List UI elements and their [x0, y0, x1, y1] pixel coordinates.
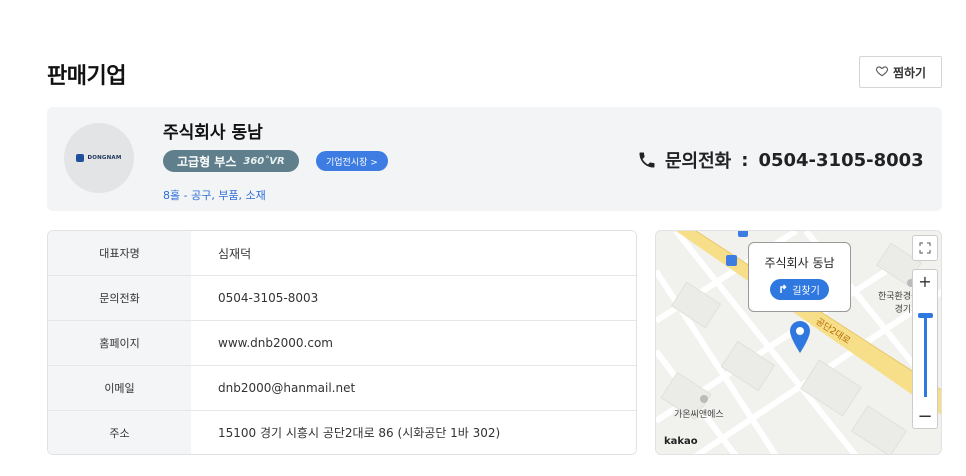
section-title: 판매기업	[47, 64, 126, 89]
phone-label: 문의전화	[665, 151, 732, 172]
location-pin-icon[interactable]	[789, 320, 811, 358]
table-row: 주소 15100 경기 시흥시 공단2대로 86 (시화공단 1바 302)	[48, 411, 636, 454]
location-map[interactable]: 공단2대로 한국환경공단 경기지사 가온씨앤에스 주식회사 동남 길찾기 + −…	[655, 230, 942, 455]
fullscreen-icon	[919, 242, 931, 254]
company-name: 주식회사 동남	[163, 123, 263, 143]
vr-badge: 360˚VR	[243, 155, 285, 167]
kakao-logo: kakao	[664, 436, 698, 447]
phone-number: 0504-3105-8003	[758, 149, 924, 171]
row-label: 문의전화	[48, 276, 191, 320]
company-info-table: 대표자명 심재덕 문의전화 0504-3105-8003 홈페이지 www.dn…	[47, 230, 637, 455]
row-label: 이메일	[48, 366, 191, 410]
row-label: 홈페이지	[48, 321, 191, 365]
route-icon	[779, 283, 788, 296]
logo-text: DONGNAM	[87, 155, 122, 161]
email-link[interactable]: dnb2000@hanmail.net	[191, 366, 636, 410]
map-zoom-out-button[interactable]: −	[912, 405, 938, 429]
table-row: 이메일 dnb2000@hanmail.net	[48, 366, 636, 411]
heart-icon	[875, 64, 889, 81]
company-card: DONGNAM 주식회사 동남 고급형 부스 360˚VR 기업전시장 > 8홀…	[47, 107, 942, 211]
logo-mark-icon	[76, 154, 85, 162]
map-popup-name: 주식회사 동남	[764, 256, 835, 270]
map-zoom-in-button[interactable]: +	[912, 269, 938, 293]
zoom-slider-track	[924, 315, 927, 397]
zoom-slider-handle[interactable]	[918, 313, 933, 318]
poi-label: 가온씨앤에스	[674, 410, 724, 420]
row-value: 심재덕	[191, 231, 636, 275]
favorite-label: 찜하기	[892, 65, 927, 80]
homepage-link[interactable]: www.dnb2000.com	[191, 321, 636, 365]
table-row: 대표자명 심재덕	[48, 231, 636, 276]
hall-info: 8홀 - 공구, 부품, 소재	[163, 189, 266, 202]
phone-contact: 문의전화 : 0504-3105-8003	[637, 147, 924, 173]
map-info-popup: 주식회사 동남 길찾기	[748, 242, 851, 312]
directions-label: 길찾기	[792, 286, 820, 297]
company-logo: DONGNAM	[64, 123, 134, 193]
map-zoom-slider[interactable]	[912, 293, 938, 405]
table-row: 홈페이지 www.dnb2000.com	[48, 321, 636, 366]
table-row: 문의전화 0504-3105-8003	[48, 276, 636, 321]
phone-icon	[637, 150, 657, 170]
exhibit-link-button[interactable]: 기업전시장 >	[316, 151, 388, 171]
row-label: 주소	[48, 411, 191, 454]
row-value: 0504-3105-8003	[191, 276, 636, 320]
phone-separator: :	[741, 149, 749, 171]
booth-badge-label: 고급형 부스	[177, 154, 237, 169]
row-label: 대표자명	[48, 231, 191, 275]
directions-button[interactable]: 길찾기	[770, 279, 829, 300]
map-fullscreen-button[interactable]	[912, 235, 938, 261]
booth-badge: 고급형 부스 360˚VR	[163, 150, 299, 172]
favorite-button[interactable]: 찜하기	[859, 56, 942, 88]
row-value: 15100 경기 시흥시 공단2대로 86 (시화공단 1바 302)	[191, 411, 636, 454]
